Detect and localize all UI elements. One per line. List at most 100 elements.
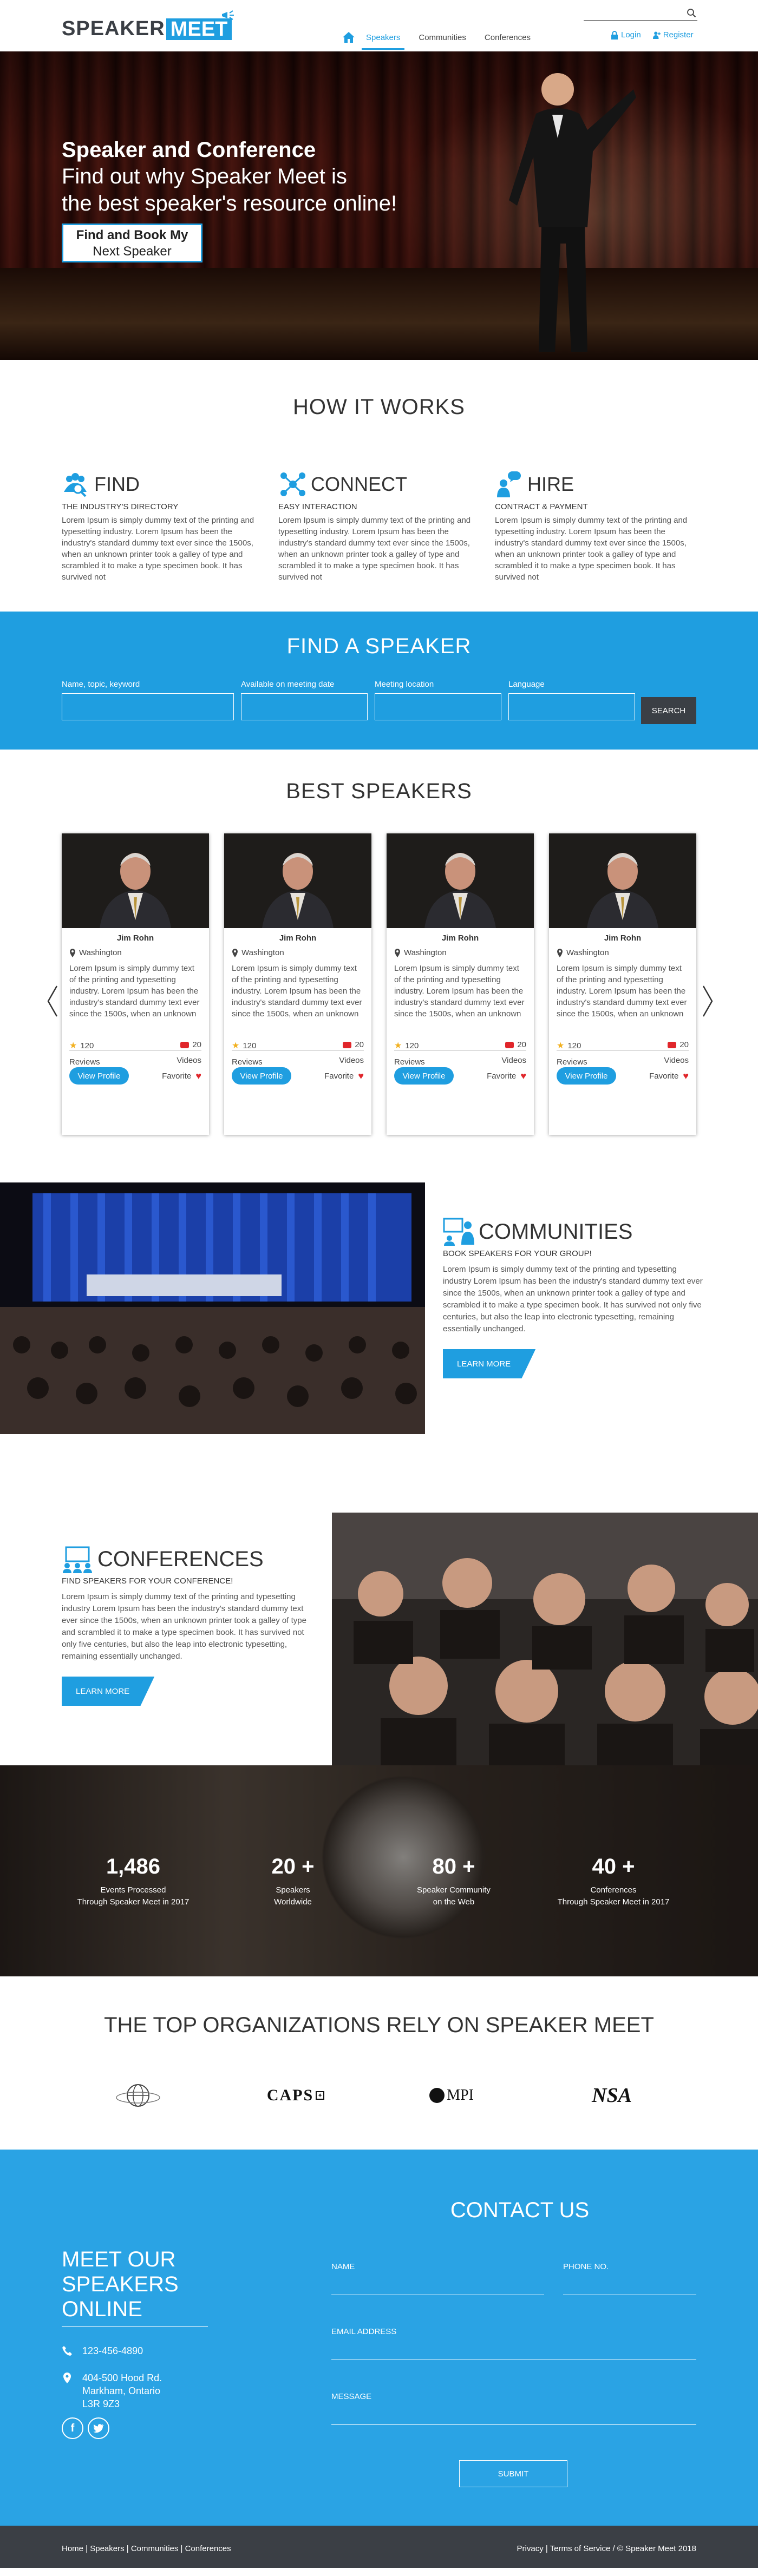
date-input[interactable] (241, 693, 368, 720)
video-icon (505, 1041, 514, 1048)
stat-community-line2: on the Web (433, 1897, 475, 1907)
speaker-location: Washington (232, 948, 371, 957)
mpi-logo: MPI (424, 2076, 479, 2114)
how-it-works-title: HOW IT WORKS (293, 395, 465, 419)
speaker-location-text: Washington (404, 948, 447, 957)
organizations-section: THE TOP ORGANIZATIONS RELY ON SPEAKER ME… (0, 1976, 758, 2150)
card-footer: View Profile Favorite ♥ (394, 1067, 526, 1085)
hero-title: Speaker and Conference (62, 138, 316, 162)
communities-heading: COMMUNITIES (479, 1219, 633, 1244)
speaker-card: Jim Rohn Washington Lorem Ipsum is simpl… (224, 833, 371, 1135)
date-field: Available on meeting date (241, 680, 368, 720)
login-link[interactable]: Login (611, 30, 641, 40)
communities-learn-more-button[interactable]: LEARN MORE (443, 1349, 536, 1378)
speaker-bio: Lorem Ipsum is simply dummy text of the … (232, 964, 362, 1018)
search-input[interactable] (584, 6, 681, 19)
how-find-sub: THE INDUSTRY'S DIRECTORY (62, 502, 179, 511)
message-input[interactable] (331, 2401, 696, 2425)
videos-stat[interactable]: 20 Videos (501, 1040, 526, 1067)
email-input[interactable] (331, 2336, 696, 2360)
how-hire-text: Lorem Ipsum is simply dummy text of the … (495, 516, 688, 582)
language-input[interactable] (508, 693, 635, 720)
submit-button[interactable]: SUBMIT (459, 2460, 567, 2487)
footer-links[interactable]: Home | Speakers | Communities | Conferen… (62, 2544, 231, 2553)
location-input[interactable] (375, 693, 501, 720)
how-find-heading: FIND (94, 473, 140, 495)
videos-count: 20 (192, 1040, 201, 1049)
favorite-button[interactable]: Favorite ♥ (162, 1070, 201, 1082)
communities-text: Lorem Ipsum is simply dummy text of the … (443, 1265, 703, 1333)
reviews-count: 120 (405, 1041, 419, 1050)
nav-speakers[interactable]: Speakers (361, 30, 405, 50)
contact-address: 404-500 Hood Rd. Markham, Ontario L3R 9Z… (62, 2371, 162, 2410)
hero-stage-floor (0, 268, 758, 360)
stat-events-number: 1,486 (106, 1855, 161, 1878)
facebook-icon[interactable]: f (62, 2417, 83, 2439)
find-book-speaker-button[interactable]: Find and Book My Next Speaker (62, 224, 202, 262)
speaker-photo (549, 833, 696, 928)
group-search-icon (64, 473, 87, 497)
stat-events-line2: Through Speaker Meet in 2017 (77, 1897, 190, 1907)
view-profile-button[interactable]: View Profile (69, 1067, 129, 1085)
phone-input[interactable] (563, 2271, 696, 2295)
speaker-card: Jim Rohn Washington Lorem Ipsum is simpl… (549, 833, 696, 1135)
carousel-prev-icon[interactable] (46, 985, 59, 1017)
speaker-stats: ★ 120 Reviews 20 Videos (394, 1040, 526, 1067)
videos-stat[interactable]: 20 Videos (339, 1040, 364, 1067)
name-input[interactable] (331, 2271, 544, 2295)
speaker-card: Jim Rohn Washington Lorem Ipsum is simpl… (387, 833, 534, 1135)
register-link[interactable]: Register (652, 30, 694, 40)
star-icon: ★ (394, 1041, 402, 1050)
network-icon (280, 472, 305, 496)
nav-communities[interactable]: Communities (419, 30, 466, 45)
keyword-input[interactable] (62, 693, 234, 720)
mpi-logo-text: MPI (447, 2087, 474, 2104)
organizations-title: THE TOP ORGANIZATIONS RELY ON SPEAKER ME… (104, 2013, 654, 2037)
location-pin-icon (395, 948, 400, 957)
speaker-name[interactable]: Jim Rohn (224, 934, 371, 943)
favorite-button[interactable]: Favorite ♥ (324, 1070, 364, 1082)
contact-address-line2: Markham, Ontario (82, 2386, 161, 2396)
stat-speakers-number: 20 + (271, 1855, 315, 1878)
view-profile-button[interactable]: View Profile (394, 1067, 454, 1085)
reviews-stat[interactable]: ★ 120 Reviews (69, 1040, 100, 1067)
favorite-button[interactable]: Favorite ♥ (649, 1070, 689, 1082)
nav-conferences[interactable]: Conferences (485, 30, 531, 45)
home-icon[interactable] (342, 31, 355, 43)
favorite-label: Favorite (649, 1071, 679, 1081)
meet-speakers-title: MEET OUR SPEAKERS ONLINE (62, 2248, 179, 2321)
reviews-label: Reviews (557, 1057, 587, 1067)
nsa-logo-text: NSA (592, 2084, 632, 2107)
phone-icon (62, 2346, 72, 2356)
facebook-letter: f (70, 2422, 75, 2434)
view-profile-button[interactable]: View Profile (557, 1067, 616, 1085)
videos-stat[interactable]: 20 Videos (177, 1040, 201, 1067)
reviews-label: Reviews (232, 1057, 263, 1067)
location-pin-icon (232, 948, 238, 957)
login-label: Login (621, 30, 641, 40)
search-icon[interactable] (687, 8, 696, 18)
reviews-stat[interactable]: ★ 120 Reviews (394, 1040, 425, 1067)
carousel-next-icon[interactable] (701, 985, 714, 1017)
mpi-dot-icon (429, 2088, 445, 2103)
how-connect-sub: EASY INTERACTION (278, 502, 357, 511)
speaker-name[interactable]: Jim Rohn (549, 934, 696, 943)
keyword-label: Name, topic, keyword (62, 680, 140, 689)
reviews-stat[interactable]: ★ 120 Reviews (557, 1040, 587, 1067)
videos-stat[interactable]: 20 Videos (664, 1040, 689, 1067)
view-profile-button[interactable]: View Profile (232, 1067, 291, 1085)
conferences-learn-more-button[interactable]: LEARN MORE (62, 1677, 155, 1706)
favorite-button[interactable]: Favorite ♥ (487, 1070, 526, 1082)
twitter-icon[interactable] (88, 2417, 109, 2439)
reviews-stat[interactable]: ★ 120 Reviews (232, 1040, 263, 1067)
location-field: Meeting location (375, 680, 501, 720)
hero-subtitle-line1: Find out why Speaker Meet is (62, 165, 347, 188)
stat-community-line1: Speaker Community (417, 1885, 491, 1895)
search-button[interactable]: SEARCH (641, 697, 696, 724)
footer-legal[interactable]: Privacy | Terms of Service / © Speaker M… (517, 2544, 696, 2553)
how-connect-column: CONNECT EASY INTERACTION Lorem Ipsum is … (278, 471, 479, 583)
speaker-name[interactable]: Jim Rohn (62, 934, 209, 943)
site-logo[interactable]: SPEAKER MEET (62, 10, 234, 41)
speaker-name[interactable]: Jim Rohn (387, 934, 534, 943)
videos-label: Videos (339, 1056, 364, 1065)
